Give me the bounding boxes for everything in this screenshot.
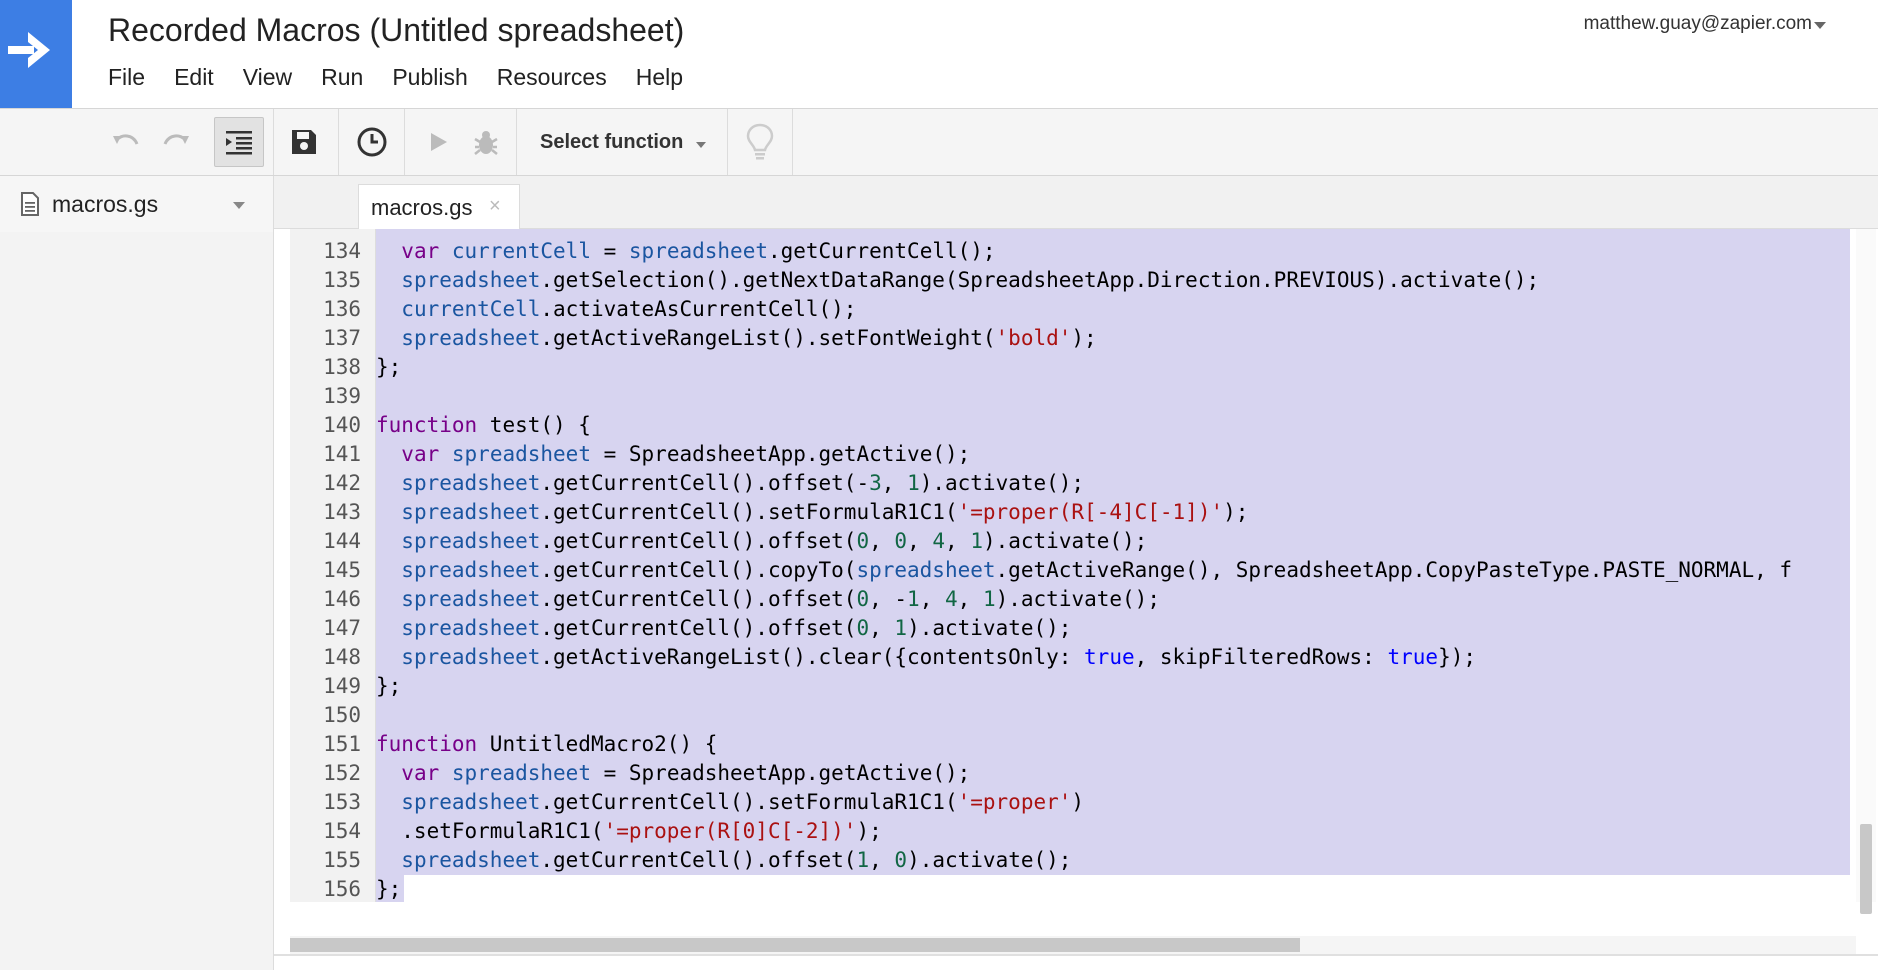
menu-publish[interactable]: Publish (392, 64, 467, 91)
code-editor: macros.gs × 134 135 136 137 138 139 140 141 142 1… (274, 176, 1878, 970)
line-number: 148 (323, 645, 361, 669)
save-button[interactable] (284, 117, 324, 167)
line-number: 149 (323, 674, 361, 698)
triggers-button[interactable] (350, 117, 394, 167)
line-number: 154 (323, 819, 361, 843)
line-number: 142 (323, 471, 361, 495)
line-number: 135 (323, 268, 361, 292)
code-line[interactable]: spreadsheet.getCurrentCell().offset(0, -… (376, 585, 1850, 614)
account-email[interactable]: matthew.guay@zapier.com (1584, 13, 1812, 35)
code-line[interactable]: var currentCell = spreadsheet.getCurrent… (376, 237, 1850, 266)
debug-button[interactable] (466, 117, 506, 167)
project-title[interactable]: Recorded Macros (Untitled spreadsheet) (108, 12, 684, 49)
code-line[interactable]: var spreadsheet = SpreadsheetApp.getActi… (376, 759, 1850, 788)
lightbulb-icon (746, 123, 774, 160)
line-number-gutter: 134 135 136 137 138 139 140 141 142 143 144 145 146 1… (290, 229, 376, 902)
undo-button[interactable] (106, 117, 146, 167)
line-number: 141 (323, 442, 361, 466)
toolbar: Select function (0, 108, 1878, 176)
file-name: macros.gs (52, 191, 159, 217)
code-line[interactable]: spreadsheet.getActiveRangeList().setFont… (376, 324, 1850, 353)
code-line[interactable]: spreadsheet.getCurrentCell().offset(0, 1… (376, 614, 1850, 643)
line-number: 139 (323, 384, 361, 408)
line-number: 152 (323, 761, 361, 785)
code-line[interactable]: spreadsheet.getCurrentCell().offset(-3, … (376, 469, 1850, 498)
execution-hints-button[interactable] (740, 117, 780, 167)
line-number: 156 (323, 877, 361, 901)
code-line[interactable]: var spreadsheet = SpreadsheetApp.getActi… (376, 440, 1850, 469)
code-line[interactable]: spreadsheet.getCurrentCell().offset(0, 0… (376, 527, 1850, 556)
code-line[interactable]: }; (376, 875, 404, 902)
line-number: 143 (323, 500, 361, 524)
code-line[interactable]: .setFormulaR1C1('=proper(R[0]C[-2])'); (376, 817, 1850, 846)
arrow-right-icon (8, 32, 50, 68)
account-chevron-down-icon[interactable] (1814, 22, 1826, 29)
menu-resources[interactable]: Resources (497, 64, 607, 91)
debug-icon (474, 131, 498, 155)
indent-button[interactable] (214, 117, 264, 167)
code-line[interactable] (376, 701, 1850, 730)
code-line[interactable]: }; (376, 353, 1850, 382)
run-icon (431, 133, 447, 151)
run-button[interactable] (420, 117, 456, 167)
code-line[interactable]: function test() { (376, 411, 1850, 440)
line-number: 147 (323, 616, 361, 640)
line-number: 151 (323, 732, 361, 756)
select-function-dropdown[interactable]: Select function (540, 131, 683, 154)
menu-help[interactable]: Help (636, 64, 683, 91)
menu-edit[interactable]: Edit (174, 64, 214, 91)
tab-macros[interactable]: macros.gs × (358, 184, 520, 229)
redo-icon (163, 134, 189, 145)
horizontal-scrollbar-thumb[interactable] (290, 938, 1300, 952)
tab-bar: macros.gs × (274, 176, 1878, 229)
line-number: 146 (323, 587, 361, 611)
code-line[interactable]: spreadsheet.getCurrentCell().setFormulaR… (376, 498, 1850, 527)
line-number: 155 (323, 848, 361, 872)
document-icon (21, 192, 39, 216)
line-number: 140 (323, 413, 361, 437)
code-line[interactable] (376, 382, 1850, 411)
file-sidebar: macros.gs (0, 176, 274, 970)
menu-bar: File Edit View Run Publish Resources Hel… (108, 64, 712, 91)
line-number: 138 (323, 355, 361, 379)
file-menu-chevron-down-icon[interactable] (233, 202, 245, 209)
code-line[interactable]: }; (376, 672, 1850, 701)
code-line[interactable]: currentCell.activateAsCurrentCell(); (376, 295, 1850, 324)
line-number: 144 (323, 529, 361, 553)
code-text-area[interactable]: var currentCell = spreadsheet.getCurrent… (376, 229, 1856, 902)
code-line[interactable]: spreadsheet.getCurrentCell().offset(1, 0… (376, 846, 1850, 875)
close-icon[interactable]: × (489, 195, 501, 218)
menu-view[interactable]: View (243, 64, 292, 91)
line-number: 136 (323, 297, 361, 321)
redo-button[interactable] (156, 117, 196, 167)
code-line[interactable]: function UntitledMacro2() { (376, 730, 1850, 759)
indent-icon (226, 131, 252, 155)
chevron-down-icon[interactable] (696, 142, 706, 148)
line-number: 137 (323, 326, 361, 350)
menu-run[interactable]: Run (321, 64, 363, 91)
line-number: 150 (323, 703, 361, 727)
menu-file[interactable]: File (108, 64, 145, 91)
vertical-scrollbar-track[interactable] (1856, 229, 1876, 902)
line-number: 145 (323, 558, 361, 582)
file-item-macros[interactable]: macros.gs (0, 176, 273, 232)
code-line[interactable]: spreadsheet.getSelection().getNextDataRa… (376, 266, 1850, 295)
clock-trigger-icon (357, 127, 387, 157)
line-number: 134 (323, 239, 361, 263)
code-line[interactable]: spreadsheet.getCurrentCell().copyTo(spre… (376, 556, 1850, 585)
code-line[interactable]: spreadsheet.getActiveRangeList().clear({… (376, 643, 1850, 672)
undo-icon (113, 134, 139, 145)
vertical-scrollbar-thumb[interactable] (1860, 824, 1872, 914)
tab-label: macros.gs (371, 195, 473, 220)
line-number: 153 (323, 790, 361, 814)
code-line[interactable]: spreadsheet.getCurrentCell().setFormulaR… (376, 788, 1850, 817)
apps-script-logo[interactable] (0, 0, 72, 108)
save-icon (292, 130, 316, 154)
